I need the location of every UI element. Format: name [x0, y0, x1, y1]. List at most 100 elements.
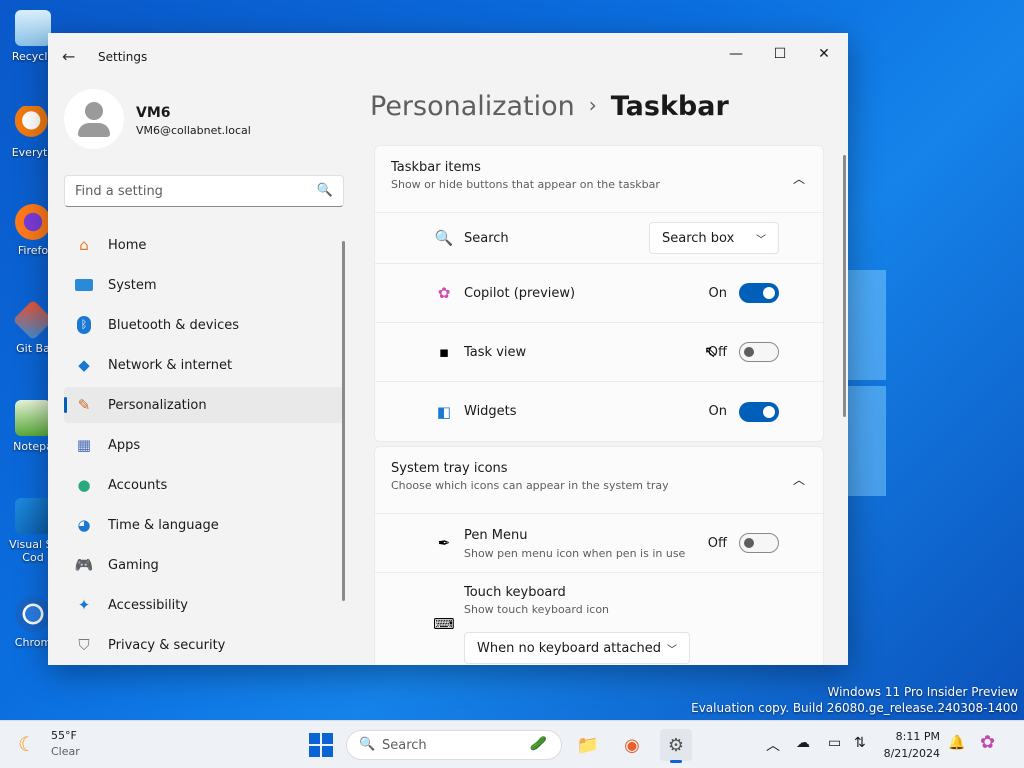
maximize-button[interactable]: ☐: [760, 39, 800, 69]
close-button[interactable]: ✕: [804, 39, 844, 69]
moon-icon: ☾: [18, 732, 36, 756]
mouse-cursor-icon: ⇖: [704, 342, 718, 361]
close-icon: ✕: [818, 46, 830, 62]
system-tray-header[interactable]: System tray icons Choose which icons can…: [375, 447, 823, 514]
widgets-row: ◧ Widgets On: [375, 382, 823, 441]
chevron-down-icon: ﹀: [756, 234, 766, 246]
notepad-icon: [15, 400, 51, 436]
home-icon: ⌂: [79, 236, 89, 254]
sidebar-item-network[interactable]: ◆ Network & internet: [64, 347, 344, 383]
settings-window: ← Settings — ☐ ✕ VM6 VM6@collabnet.local…: [48, 33, 848, 665]
search-mode-dropdown[interactable]: Search box ﹀: [649, 222, 779, 254]
sidebar-item-home[interactable]: ⌂ Home: [64, 227, 344, 263]
sidebar-item-system[interactable]: System: [64, 267, 344, 303]
chrome-icon: [15, 596, 51, 632]
taskbar-items-header[interactable]: Taskbar items Show or hide buttons that …: [375, 146, 823, 213]
find-setting-input[interactable]: [65, 176, 305, 206]
sidebar-item-apps[interactable]: ▦ Apps: [64, 427, 344, 463]
copilot-row: ✿ Copilot (preview) On: [375, 264, 823, 323]
maximize-icon: ☐: [773, 46, 787, 62]
chevron-down-icon: ﹀: [667, 644, 677, 656]
window-title: Settings: [98, 50, 148, 64]
find-setting-box: 🔍: [64, 175, 344, 207]
firefox-icon: ◉: [624, 734, 640, 756]
sidebar-item-gaming[interactable]: 🎮 Gaming: [64, 547, 344, 583]
accessibility-icon: ✦: [77, 596, 91, 614]
search-row: 🔍 Search Search box ﹀: [375, 213, 823, 264]
person-icon: ●: [77, 476, 91, 494]
file-explorer-button[interactable]: 📁: [572, 729, 604, 761]
firefox-button[interactable]: ◉: [616, 729, 648, 761]
sidebar-nav: ⌂ Home System ᛒ Bluetooth & devices ◆ Ne…: [64, 227, 344, 665]
keyboard-icon: ⌨: [433, 615, 455, 633]
sidebar-item-privacy[interactable]: ⛉ Privacy & security: [64, 627, 344, 663]
start-button[interactable]: [309, 733, 333, 757]
folder-icon: 📁: [576, 734, 600, 756]
breadcrumb-parent[interactable]: Personalization: [370, 91, 575, 122]
gamepad-icon: 🎮: [74, 556, 94, 574]
profile-name: VM6: [136, 105, 171, 121]
sidebar-item-accounts[interactable]: ● Accounts: [64, 467, 344, 503]
copilot-icon: ✿: [437, 284, 451, 302]
notification-bell-icon[interactable]: 🔔: [948, 735, 965, 751]
profile-email: VM6@collabnet.local: [136, 124, 251, 137]
search-highlight-icon: 🥒: [529, 736, 547, 752]
monitor-icon: [74, 275, 94, 295]
recycle-bin-icon: [15, 10, 51, 46]
widgets-icon: ◧: [436, 402, 452, 421]
widgets-toggle[interactable]: [739, 401, 779, 422]
task-view-icon: ▪: [438, 343, 450, 361]
sidebar-item-accessibility[interactable]: ✦ Accessibility: [64, 587, 344, 623]
display-icon[interactable]: ▭: [828, 735, 841, 751]
apps-icon: ▦: [76, 436, 92, 454]
copilot-toggle[interactable]: [739, 283, 779, 303]
network-icon[interactable]: ⇅: [854, 735, 866, 751]
touch-keyboard-row: ⌨ Touch keyboard Show touch keyboard ico…: [375, 573, 823, 665]
clock[interactable]: 8:11 PM 8/21/2024: [872, 728, 940, 762]
minimize-button[interactable]: —: [716, 39, 756, 69]
taskbar-items-card: Taskbar items Show or hide buttons that …: [374, 145, 824, 442]
task-view-row: ▪ Task view Off: [375, 323, 823, 382]
bluetooth-icon: ᛒ: [74, 315, 94, 335]
sidebar-item-personalization[interactable]: ✎ Personalization: [64, 387, 344, 423]
task-view-toggle[interactable]: [739, 342, 779, 362]
arrow-left-icon: ←: [62, 47, 76, 66]
magnifier-icon: [15, 106, 51, 142]
pen-menu-row: ✒ Pen Menu Show pen menu icon when pen i…: [375, 514, 823, 573]
pen-menu-toggle[interactable]: [739, 533, 779, 553]
back-button[interactable]: ←: [62, 47, 82, 67]
breadcrumb: Personalization › Taskbar: [370, 91, 729, 122]
pen-icon: ✒: [437, 534, 451, 552]
copilot-icon[interactable]: ✿: [980, 732, 995, 753]
taskbar-search[interactable]: 🔍 Search 🥒: [346, 730, 562, 760]
chevron-up-icon[interactable]: ︿: [766, 735, 780, 755]
brush-icon: ✎: [77, 396, 91, 414]
search-icon: 🔍: [359, 737, 376, 752]
taskbar: ☾ 55°F Clear 🔍 Search 🥒 📁 ◉ ⚙ ︿ ☁ ▭ ⇅ 8:…: [0, 720, 1024, 768]
chevron-up-icon: ︿: [792, 473, 805, 487]
gear-icon: ⚙: [667, 734, 685, 756]
chevron-up-icon: ︿: [792, 172, 805, 186]
search-icon[interactable]: 🔍: [317, 183, 333, 198]
sidebar-scrollbar[interactable]: [342, 241, 345, 601]
touch-keyboard-dropdown[interactable]: When no keyboard attached ﹀: [464, 632, 690, 664]
firefox-icon: [15, 204, 51, 240]
search-icon: 🔍: [434, 229, 454, 247]
shield-icon: ⛉: [78, 636, 90, 654]
wifi-icon: ◆: [78, 356, 90, 374]
main-content: Taskbar items Show or hide buttons that …: [374, 145, 824, 665]
minimize-icon: —: [729, 46, 743, 62]
sidebar-item-bluetooth[interactable]: ᛒ Bluetooth & devices: [64, 307, 344, 343]
globe-clock-icon: ◕: [77, 516, 91, 534]
title-bar: ← Settings — ☐ ✕: [48, 33, 848, 81]
cloud-offline-icon[interactable]: ☁: [796, 735, 810, 751]
settings-app-button[interactable]: ⚙: [660, 729, 692, 763]
system-tray-card: System tray icons Choose which icons can…: [374, 446, 824, 665]
evaluation-watermark: Windows 11 Pro Insider Preview Evaluatio…: [691, 685, 1018, 715]
page-title: Taskbar: [610, 91, 729, 122]
breadcrumb-separator: ›: [588, 93, 597, 117]
content-scrollbar[interactable]: [843, 155, 846, 417]
windows-wallpaper-logo: [846, 270, 886, 496]
sidebar-item-time-language[interactable]: ◕ Time & language: [64, 507, 344, 543]
avatar[interactable]: [64, 89, 124, 149]
